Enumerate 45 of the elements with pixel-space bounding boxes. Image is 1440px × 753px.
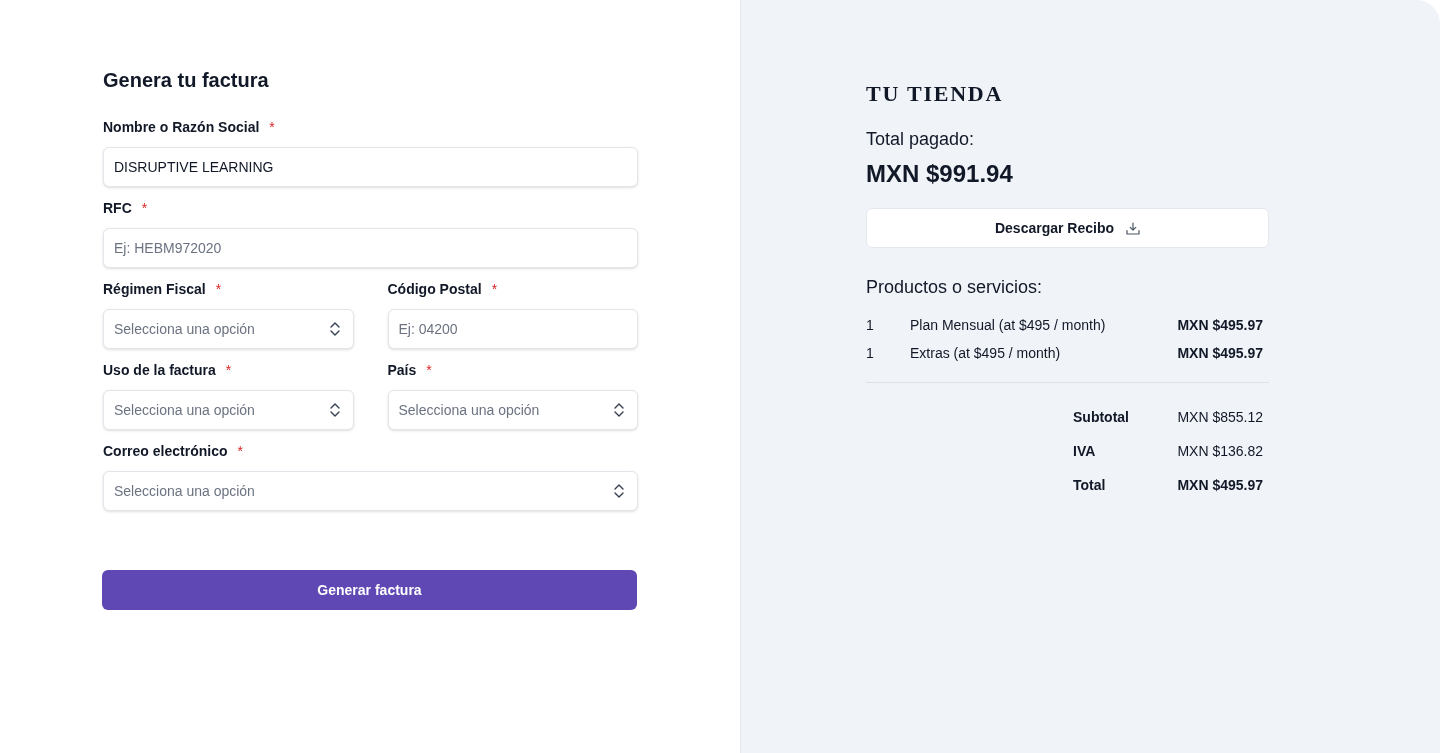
summary-label: Total <box>1073 476 1106 495</box>
field-label: País <box>387 361 417 380</box>
item-amount: MXN $495.97 <box>1177 316 1263 335</box>
summary-value: MXN $136.82 <box>1177 442 1263 461</box>
field-label: RFC <box>103 199 132 218</box>
chevron-up-down-icon <box>614 403 624 417</box>
select-field[interactable]: Selecciona una opción <box>103 390 354 430</box>
select-field[interactable]: Selecciona una opción <box>103 309 354 349</box>
required-mark: * <box>225 361 232 380</box>
field-label: Uso de la factura <box>103 361 216 380</box>
text-field[interactable]: Ej: 04200 <box>387 309 638 349</box>
item-amount: MXN $495.97 <box>1177 344 1263 363</box>
required-mark: * <box>215 280 222 299</box>
required-mark: * <box>141 199 148 218</box>
required-mark: * <box>426 361 432 380</box>
item-quantity: 1 <box>866 344 875 363</box>
total-label: Total pagado: <box>866 128 975 151</box>
item-description: Extras (at $495 / month) <box>910 344 1062 363</box>
required-mark: * <box>491 280 498 299</box>
required-mark: * <box>269 118 275 137</box>
field-label: Correo electrónico <box>103 442 228 461</box>
form-title: Genera tu factura <box>103 68 269 93</box>
text-field[interactable]: DISRUPTIVE LEARNING <box>103 147 638 187</box>
select-field[interactable]: Selecciona una opción <box>387 390 638 430</box>
summary-value: MXN $495.97 <box>1177 476 1263 495</box>
field-label: Nombre o Razón Social <box>103 118 260 137</box>
text-field[interactable]: Ej: HEBM972020 <box>103 228 638 268</box>
item-quantity: 1 <box>866 316 875 335</box>
store-logo: TU TIENDA <box>866 80 1004 108</box>
total-amount: MXN $991.94 <box>866 159 1013 189</box>
download-icon <box>1126 221 1141 235</box>
chevron-up-down-icon <box>614 484 624 498</box>
select-field[interactable]: Selecciona una opción <box>103 471 638 511</box>
field-label: Código Postal <box>387 280 482 299</box>
summary-label: Subtotal <box>1073 408 1129 427</box>
required-mark: * <box>237 442 243 461</box>
items-heading: Productos o servicios: <box>866 276 1043 299</box>
generate-invoice-button[interactable]: Generar factura <box>102 570 637 610</box>
field-label: Régimen Fiscal <box>103 280 206 299</box>
summary-label: IVA <box>1073 442 1096 461</box>
download-receipt-button[interactable]: Descargar Recibo <box>866 208 1269 248</box>
chevron-up-down-icon <box>329 322 340 336</box>
item-description: Plan Mensual (at $495 / month) <box>910 316 1107 335</box>
summary-value: MXN $855.12 <box>1177 408 1263 427</box>
chevron-up-down-icon <box>329 403 340 417</box>
